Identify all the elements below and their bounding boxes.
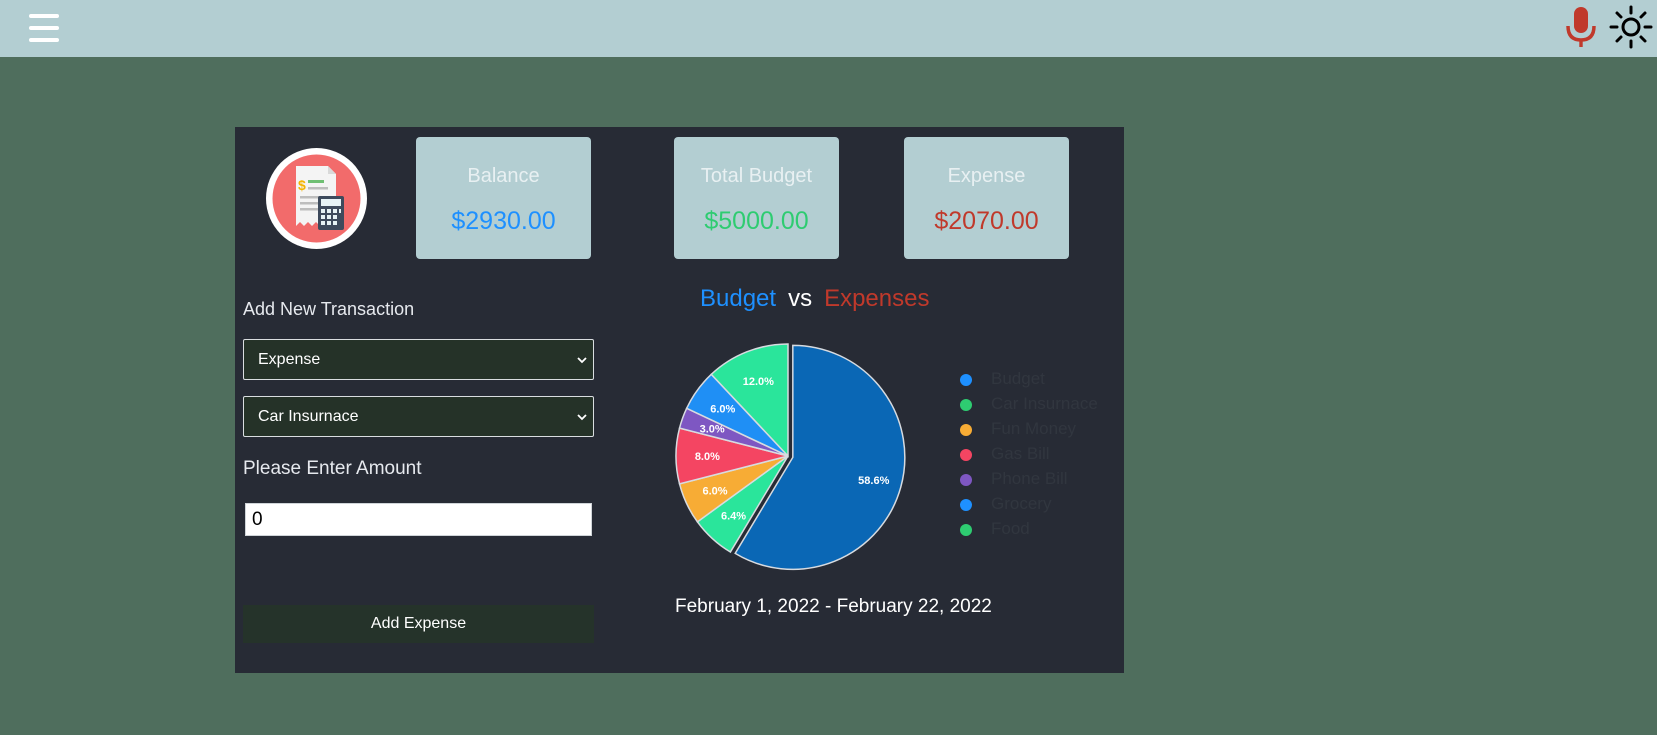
expense-stat-card: Expense $2070.00 <box>904 137 1069 259</box>
app-logo: $ <box>266 148 367 249</box>
hamburger-menu-icon[interactable] <box>29 14 59 42</box>
hamburger-line <box>29 26 59 30</box>
balance-value: $2930.00 <box>451 207 556 235</box>
hamburger-line <box>29 14 59 18</box>
legend-label: Phone Bill <box>991 469 1068 488</box>
chevron-down-icon <box>577 357 587 364</box>
chart-title: Budget vs Expenses <box>700 285 929 313</box>
chevron-down-icon <box>577 414 587 421</box>
pie-slice-label: 6.0% <box>710 404 735 416</box>
balance-stat-card: Balance $2930.00 <box>416 137 591 259</box>
legend-label: Grocery <box>991 494 1052 513</box>
expense-label: Expense <box>947 165 1026 187</box>
category-value: Car Insurnace <box>258 408 359 425</box>
transaction-type-select[interactable]: Expense <box>243 339 594 380</box>
pie-slice-label: 12.0% <box>743 376 774 388</box>
legend-label: Budget <box>991 369 1045 388</box>
legend-color-dot <box>960 424 972 436</box>
microphone-icon[interactable] <box>1563 5 1599 49</box>
legend-label: Gas Bill <box>991 444 1050 463</box>
expense-value: $2070.00 <box>934 207 1039 235</box>
amount-label: Please Enter Amount <box>243 458 422 479</box>
date-range: February 1, 2022 - February 22, 2022 <box>675 596 992 617</box>
pie-slice-label: 6.0% <box>702 485 727 497</box>
add-transaction-heading: Add New Transaction <box>243 299 415 319</box>
total-budget-stat-card: Total Budget $5000.00 <box>674 137 839 259</box>
receipt-calculator-icon: $ <box>272 154 361 243</box>
legend-color-dot <box>960 474 972 486</box>
pie-slice-label: 3.0% <box>700 424 725 436</box>
legend-color-dot <box>960 449 972 461</box>
pie-chart[interactable]: 58.6% 6.4% 6.0% 8.0% 3.0% 6.0% 12.0% <box>675 337 915 577</box>
pie-slice-label: 6.4% <box>721 510 746 522</box>
pie-slice-label: 58.6% <box>858 475 889 487</box>
sun-icon[interactable] <box>1609 5 1653 49</box>
svg-text:$: $ <box>298 177 306 193</box>
pie-slice-label: 8.0% <box>695 451 720 463</box>
amount-input[interactable] <box>245 503 592 536</box>
total-budget-value: $5000.00 <box>704 207 809 235</box>
top-app-bar <box>0 0 1657 57</box>
chart-title-expenses: Expenses <box>824 285 930 312</box>
category-select[interactable]: Car Insurnace <box>243 396 594 437</box>
legend-label: Fun Money <box>991 419 1077 438</box>
legend-label: Car Insurnace <box>991 394 1098 413</box>
budget-tracker-card: $ Balance $2930.00 Total Budget $5000.00… <box>235 127 1124 673</box>
transaction-type-value: Expense <box>258 351 321 368</box>
total-budget-label: Total Budget <box>700 165 813 187</box>
legend-color-dot <box>960 399 972 411</box>
legend-label: Food <box>991 519 1030 538</box>
hamburger-line <box>29 38 59 42</box>
legend-color-dot <box>960 374 972 386</box>
chart-title-budget: Budget <box>700 285 777 312</box>
legend-color-dot <box>960 499 972 511</box>
balance-label: Balance <box>467 165 540 187</box>
legend-color-dot <box>960 524 972 536</box>
add-expense-button[interactable]: Add Expense <box>243 605 594 643</box>
chart-title-vs: vs <box>788 285 813 312</box>
